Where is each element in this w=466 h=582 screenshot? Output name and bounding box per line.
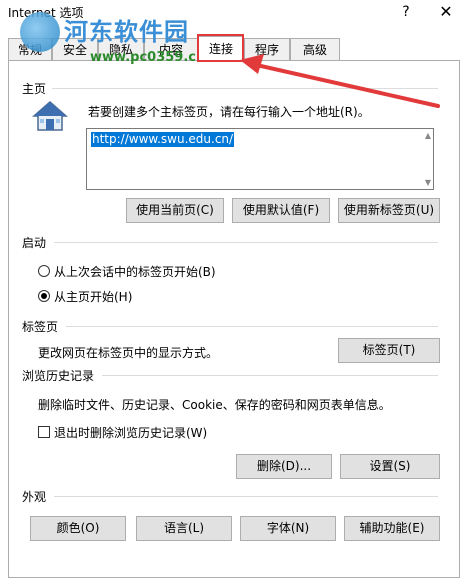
colors-button[interactable]: 颜色(O) xyxy=(30,516,126,541)
tabs-section-description: 更改网页在标签页中的显示方式。 xyxy=(38,346,219,360)
use-default-button[interactable]: 使用默认值(F) xyxy=(232,198,330,223)
delete-on-exit-checkbox[interactable] xyxy=(38,426,50,438)
homepage-url-value: http://www.swu.edu.cn/ xyxy=(91,132,235,147)
history-settings-button[interactable]: 设置(S) xyxy=(340,454,440,479)
tab-advanced[interactable]: 高级 xyxy=(290,38,340,60)
help-button[interactable]: ? xyxy=(396,2,416,22)
startup-heading: 启动 xyxy=(22,236,47,250)
house-icon xyxy=(32,101,68,131)
window-title: Internet 选项 xyxy=(8,6,84,20)
tab-content[interactable]: 内容 xyxy=(144,38,198,60)
homepage-url-textarea[interactable]: http://www.swu.edu.cn/ ▲ ▼ xyxy=(86,128,434,190)
startup-option1-label: 从上次会话中的标签页开始(B) xyxy=(54,265,216,279)
delete-history-button[interactable]: 删除(D)... xyxy=(236,454,332,479)
title-bar: Internet 选项 ? ✕ xyxy=(0,0,466,30)
tab-highlight-box xyxy=(197,34,244,62)
homepage-instruction: 若要创建多个主标签页，请在每行输入一个地址(R)。 xyxy=(88,105,370,119)
startup-option2-radio[interactable] xyxy=(38,290,50,302)
tab-programs[interactable]: 程序 xyxy=(244,38,290,60)
tab-privacy[interactable]: 隐私 xyxy=(98,38,144,60)
startup-option2-label: 从主页开始(H) xyxy=(54,290,133,304)
tabs-section-divider xyxy=(66,326,438,327)
delete-on-exit-label: 退出时删除浏览历史记录(W) xyxy=(54,426,208,440)
history-heading: 浏览历史记录 xyxy=(22,369,95,383)
appearance-heading: 外观 xyxy=(22,490,47,504)
homepage-heading: 主页 xyxy=(22,82,47,96)
tab-security[interactable]: 安全 xyxy=(52,38,98,60)
appearance-divider xyxy=(54,496,438,497)
scroll-up-icon[interactable]: ▲ xyxy=(425,131,431,140)
history-divider xyxy=(102,375,438,376)
languages-button[interactable]: 语言(L) xyxy=(136,516,232,541)
tabs-button[interactable]: 标签页(T) xyxy=(338,338,440,363)
startup-option1-radio[interactable] xyxy=(38,265,50,277)
tab-general[interactable]: 常规 xyxy=(8,38,52,60)
tabs-section-heading: 标签页 xyxy=(22,320,59,334)
startup-divider xyxy=(54,242,438,243)
accessibility-button[interactable]: 辅助功能(E) xyxy=(344,516,440,541)
use-current-button[interactable]: 使用当前页(C) xyxy=(126,198,224,223)
history-description: 删除临时文件、历史记录、Cookie、保存的密码和网页表单信息。 xyxy=(38,398,391,412)
use-new-tab-button[interactable]: 使用新标签页(U) xyxy=(338,198,440,223)
scroll-down-icon[interactable]: ▼ xyxy=(425,178,431,187)
homepage-divider xyxy=(52,88,438,89)
fonts-button[interactable]: 字体(N) xyxy=(240,516,336,541)
close-button[interactable]: ✕ xyxy=(436,2,456,22)
